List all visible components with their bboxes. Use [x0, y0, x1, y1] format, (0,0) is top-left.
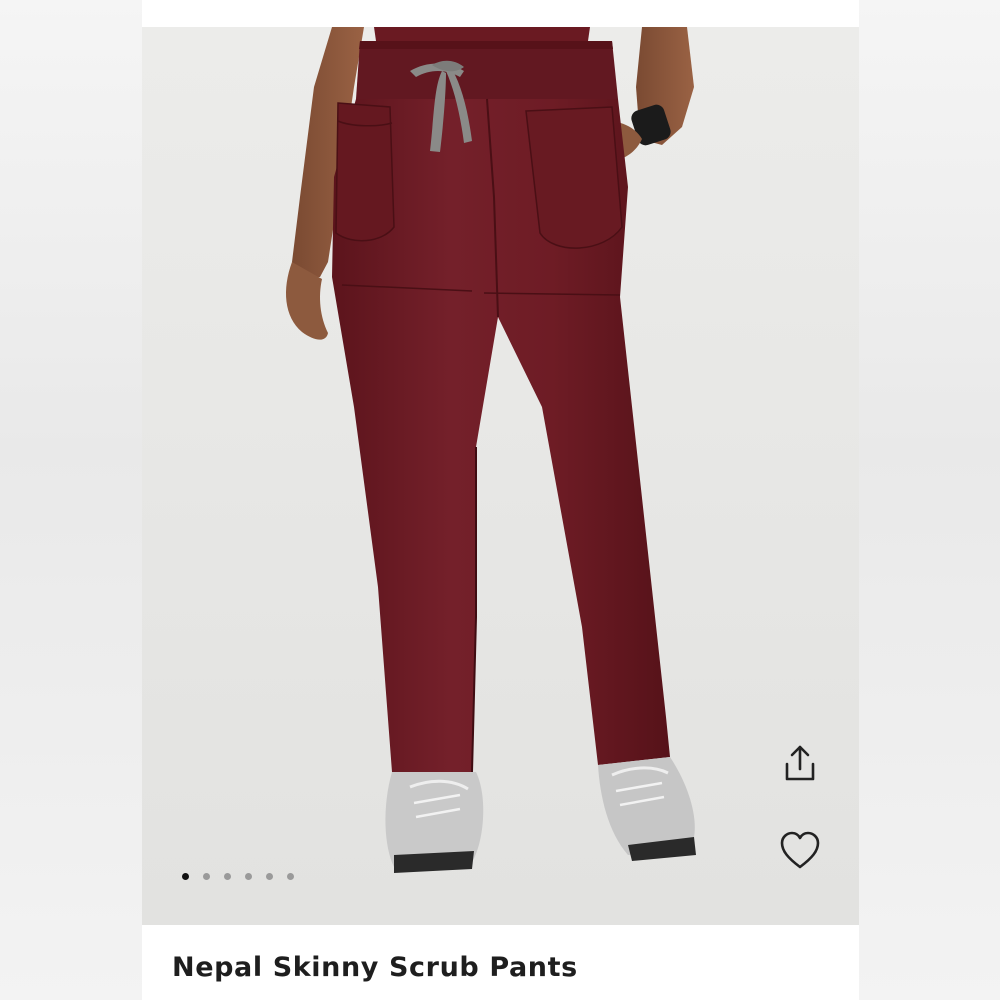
product-title: Nepal Skinny Scrub Pants — [172, 952, 578, 983]
share-button[interactable] — [776, 739, 824, 787]
carousel-dot-4[interactable] — [245, 873, 252, 880]
right-background-blur — [858, 0, 1000, 1000]
heart-icon — [780, 831, 820, 869]
carousel-dot-2[interactable] — [203, 873, 210, 880]
favorite-button[interactable] — [776, 827, 824, 875]
product-photo-illustration — [286, 27, 696, 873]
share-icon — [785, 745, 815, 781]
product-card: Nepal Skinny Scrub Pants — [142, 0, 859, 1000]
carousel-dot-5[interactable] — [266, 873, 273, 880]
product-image[interactable] — [142, 27, 859, 925]
image-carousel-indicator — [182, 873, 294, 880]
carousel-dot-6[interactable] — [287, 873, 294, 880]
left-background-blur — [0, 0, 142, 1000]
carousel-dot-1[interactable] — [182, 873, 189, 880]
carousel-dot-3[interactable] — [224, 873, 231, 880]
